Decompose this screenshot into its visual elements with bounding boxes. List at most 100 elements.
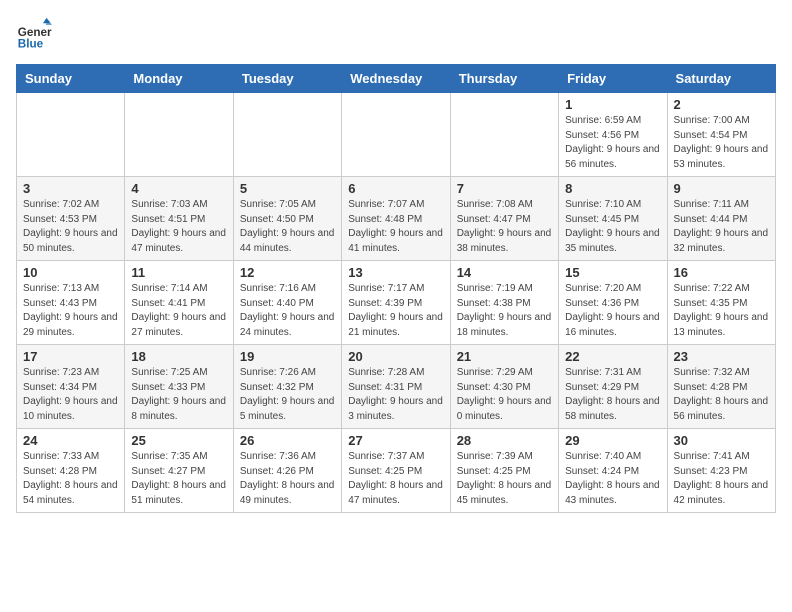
day-info: Sunrise: 7:19 AM Sunset: 4:38 PM Dayligh… <box>457 282 552 340</box>
day-info: Sunrise: 7:08 AM Sunset: 4:47 PM Dayligh… <box>457 198 552 256</box>
calendar-cell <box>342 93 450 177</box>
day-number: 5 <box>240 181 335 196</box>
day-number: 28 <box>457 433 552 448</box>
calendar-header-friday: Friday <box>559 65 667 93</box>
day-number: 27 <box>348 433 443 448</box>
day-info: Sunrise: 7:17 AM Sunset: 4:39 PM Dayligh… <box>348 282 443 340</box>
calendar-cell <box>17 93 125 177</box>
day-info: Sunrise: 7:40 AM Sunset: 4:24 PM Dayligh… <box>565 450 660 508</box>
calendar-cell: 18Sunrise: 7:25 AM Sunset: 4:33 PM Dayli… <box>125 345 233 429</box>
day-info: Sunrise: 7:16 AM Sunset: 4:40 PM Dayligh… <box>240 282 335 340</box>
calendar-header-sunday: Sunday <box>17 65 125 93</box>
day-number: 3 <box>23 181 118 196</box>
calendar: SundayMondayTuesdayWednesdayThursdayFrid… <box>16 64 776 513</box>
calendar-cell: 8 Sunrise: 7:10 AM Sunset: 4:45 PM Daylig… <box>559 177 667 261</box>
calendar-header-row: SundayMondayTuesdayWednesdayThursdayFrid… <box>17 65 776 93</box>
day-number: 18 <box>131 349 226 364</box>
day-number: 30 <box>674 433 769 448</box>
calendar-cell: 10 Sunrise: 7:13 AM Sunset: 4:43 PM Dayli… <box>17 261 125 345</box>
calendar-cell: 16 Sunrise: 7:22 AM Sunset: 4:35 PM Dayli… <box>667 261 775 345</box>
day-number: 12 <box>240 265 335 280</box>
day-number: 4 <box>131 181 226 196</box>
calendar-header-monday: Monday <box>125 65 233 93</box>
calendar-cell: 24Sunrise: 7:33 AM Sunset: 4:28 PM Dayli… <box>17 429 125 513</box>
day-number: 8 <box>565 181 660 196</box>
day-info: Sunrise: 7:00 AM Sunset: 4:54 PM Dayligh… <box>674 114 769 172</box>
day-info: Sunrise: 7:07 AM Sunset: 4:48 PM Dayligh… <box>348 198 443 256</box>
day-number: 10 <box>23 265 118 280</box>
calendar-cell: 21 Sunrise: 7:29 AM Sunset: 4:30 PM Dayli… <box>450 345 558 429</box>
day-info: Sunrise: 7:41 AM Sunset: 4:23 PM Dayligh… <box>674 450 769 508</box>
day-info: Sunrise: 7:32 AM Sunset: 4:28 PM Dayligh… <box>674 366 769 424</box>
calendar-cell: 23 Sunrise: 7:32 AM Sunset: 4:28 PM Dayli… <box>667 345 775 429</box>
calendar-cell: 7 Sunrise: 7:08 AM Sunset: 4:47 PM Daylig… <box>450 177 558 261</box>
calendar-cell: 14 Sunrise: 7:19 AM Sunset: 4:38 PM Dayli… <box>450 261 558 345</box>
calendar-cell: 22 Sunrise: 7:31 AM Sunset: 4:29 PM Dayli… <box>559 345 667 429</box>
calendar-cell: 15Sunrise: 7:20 AM Sunset: 4:36 PM Dayli… <box>559 261 667 345</box>
day-info: Sunrise: 7:39 AM Sunset: 4:25 PM Dayligh… <box>457 450 552 508</box>
day-info: Sunrise: 7:20 AM Sunset: 4:36 PM Dayligh… <box>565 282 660 340</box>
calendar-week-4: 17 Sunrise: 7:23 AM Sunset: 4:34 PM Dayli… <box>17 345 776 429</box>
day-info: Sunrise: 7:11 AM Sunset: 4:44 PM Dayligh… <box>674 198 769 256</box>
day-info: Sunrise: 7:23 AM Sunset: 4:34 PM Dayligh… <box>23 366 118 424</box>
day-number: 26 <box>240 433 335 448</box>
calendar-cell <box>125 93 233 177</box>
day-number: 16 <box>674 265 769 280</box>
calendar-cell: 2 Sunrise: 7:00 AM Sunset: 4:54 PM Daylig… <box>667 93 775 177</box>
day-number: 14 <box>457 265 552 280</box>
header: General Blue <box>16 16 776 52</box>
day-number: 1 <box>565 97 660 112</box>
day-number: 2 <box>674 97 769 112</box>
calendar-week-5: 24Sunrise: 7:33 AM Sunset: 4:28 PM Dayli… <box>17 429 776 513</box>
calendar-cell: 17 Sunrise: 7:23 AM Sunset: 4:34 PM Dayli… <box>17 345 125 429</box>
calendar-cell: 1 Sunrise: 6:59 AM Sunset: 4:56 PM Daylig… <box>559 93 667 177</box>
calendar-week-3: 10 Sunrise: 7:13 AM Sunset: 4:43 PM Dayli… <box>17 261 776 345</box>
calendar-cell: 25 Sunrise: 7:35 AM Sunset: 4:27 PM Dayli… <box>125 429 233 513</box>
day-number: 29 <box>565 433 660 448</box>
day-number: 7 <box>457 181 552 196</box>
calendar-cell: 20 Sunrise: 7:28 AM Sunset: 4:31 PM Dayli… <box>342 345 450 429</box>
day-number: 21 <box>457 349 552 364</box>
day-info: Sunrise: 7:10 AM Sunset: 4:45 PM Dayligh… <box>565 198 660 256</box>
day-info: Sunrise: 7:35 AM Sunset: 4:27 PM Dayligh… <box>131 450 226 508</box>
calendar-cell: 12 Sunrise: 7:16 AM Sunset: 4:40 PM Dayli… <box>233 261 341 345</box>
day-info: Sunrise: 7:02 AM Sunset: 4:53 PM Dayligh… <box>23 198 118 256</box>
calendar-cell: 13 Sunrise: 7:17 AM Sunset: 4:39 PM Dayli… <box>342 261 450 345</box>
day-info: Sunrise: 7:14 AM Sunset: 4:41 PM Dayligh… <box>131 282 226 340</box>
calendar-header-wednesday: Wednesday <box>342 65 450 93</box>
calendar-cell: 11 Sunrise: 7:14 AM Sunset: 4:41 PM Dayli… <box>125 261 233 345</box>
day-info: Sunrise: 7:36 AM Sunset: 4:26 PM Dayligh… <box>240 450 335 508</box>
calendar-week-2: 3 Sunrise: 7:02 AM Sunset: 4:53 PM Daylig… <box>17 177 776 261</box>
day-info: Sunrise: 7:31 AM Sunset: 4:29 PM Dayligh… <box>565 366 660 424</box>
calendar-header-tuesday: Tuesday <box>233 65 341 93</box>
calendar-cell: 26 Sunrise: 7:36 AM Sunset: 4:26 PM Dayli… <box>233 429 341 513</box>
day-info: Sunrise: 7:29 AM Sunset: 4:30 PM Dayligh… <box>457 366 552 424</box>
day-number: 23 <box>674 349 769 364</box>
calendar-cell: 4 Sunrise: 7:03 AM Sunset: 4:51 PM Daylig… <box>125 177 233 261</box>
calendar-cell: 3 Sunrise: 7:02 AM Sunset: 4:53 PM Daylig… <box>17 177 125 261</box>
calendar-cell <box>450 93 558 177</box>
day-info: Sunrise: 7:28 AM Sunset: 4:31 PM Dayligh… <box>348 366 443 424</box>
svg-text:Blue: Blue <box>18 38 44 51</box>
calendar-cell: 29 Sunrise: 7:40 AM Sunset: 4:24 PM Dayli… <box>559 429 667 513</box>
day-info: Sunrise: 7:13 AM Sunset: 4:43 PM Dayligh… <box>23 282 118 340</box>
logo-icon: General Blue <box>16 16 52 52</box>
day-number: 20 <box>348 349 443 364</box>
calendar-cell: 5Sunrise: 7:05 AM Sunset: 4:50 PM Daylig… <box>233 177 341 261</box>
day-info: Sunrise: 7:22 AM Sunset: 4:35 PM Dayligh… <box>674 282 769 340</box>
calendar-cell <box>233 93 341 177</box>
calendar-cell: 30 Sunrise: 7:41 AM Sunset: 4:23 PM Dayli… <box>667 429 775 513</box>
day-number: 24 <box>23 433 118 448</box>
day-number: 9 <box>674 181 769 196</box>
day-info: Sunrise: 7:37 AM Sunset: 4:25 PM Dayligh… <box>348 450 443 508</box>
day-number: 19 <box>240 349 335 364</box>
day-info: Sunrise: 6:59 AM Sunset: 4:56 PM Dayligh… <box>565 114 660 172</box>
calendar-cell: 9 Sunrise: 7:11 AM Sunset: 4:44 PM Daylig… <box>667 177 775 261</box>
day-number: 13 <box>348 265 443 280</box>
day-info: Sunrise: 7:03 AM Sunset: 4:51 PM Dayligh… <box>131 198 226 256</box>
day-number: 17 <box>23 349 118 364</box>
day-number: 11 <box>131 265 226 280</box>
day-number: 25 <box>131 433 226 448</box>
calendar-cell: 6Sunrise: 7:07 AM Sunset: 4:48 PM Daylig… <box>342 177 450 261</box>
day-number: 22 <box>565 349 660 364</box>
